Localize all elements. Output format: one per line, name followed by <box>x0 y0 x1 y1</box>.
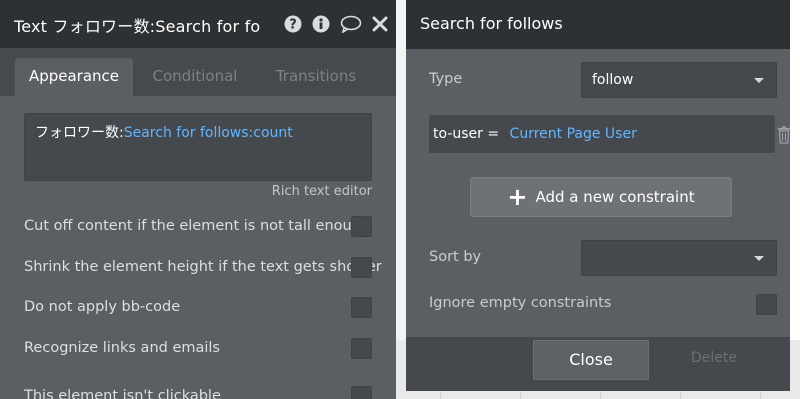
text-content-editor[interactable]: フォロワー数:Search for follows:count <box>24 113 372 181</box>
tab-conditional[interactable]: Conditional <box>145 58 245 96</box>
property-editor-panel: Text フォロワー数:Search for fo ? Appearance C… <box>0 0 396 399</box>
option-label: Cut off content if the element is not ta… <box>24 218 371 234</box>
delete-button[interactable]: Delete <box>691 350 737 366</box>
option-checkbox[interactable] <box>351 338 372 359</box>
type-label: Type <box>429 71 463 87</box>
add-constraint-label: Add a new constraint <box>535 188 695 206</box>
comment-icon[interactable] <box>340 15 362 33</box>
option-checkbox[interactable] <box>351 257 372 278</box>
sort-by-label: Sort by <box>429 249 482 265</box>
dynamic-expression[interactable]: Search for follows:count <box>124 125 293 141</box>
ignore-empty-checkbox[interactable] <box>756 294 777 315</box>
search-editor-header[interactable]: Search for follows <box>406 0 790 49</box>
constraint-row[interactable]: to-user = Current Page User <box>429 115 775 153</box>
search-editor-title: Search for follows <box>420 14 563 33</box>
option-checkbox[interactable] <box>351 297 372 318</box>
option-label: This element isn't clickable <box>24 388 221 399</box>
option-label: Recognize links and emails <box>24 340 220 356</box>
trash-icon[interactable] <box>777 126 791 144</box>
chevron-down-icon <box>754 256 764 261</box>
info-icon[interactable] <box>312 15 330 33</box>
chevron-down-icon <box>754 78 764 83</box>
option-row: Cut off content if the element is not ta… <box>24 216 372 238</box>
static-text: フォロワー数: <box>35 125 124 141</box>
rich-text-editor-link[interactable]: Rich text editor <box>272 184 372 199</box>
ignore-empty-label: Ignore empty constraints <box>429 295 612 311</box>
tab-transitions[interactable]: Transitions <box>267 58 365 96</box>
type-value: follow <box>592 72 634 88</box>
option-label: Shrink the element height if the text ge… <box>24 259 382 275</box>
constraint-value[interactable]: Current Page User <box>510 126 637 142</box>
svg-text:?: ? <box>289 18 297 33</box>
option-checkbox[interactable] <box>351 386 372 399</box>
option-row: Recognize links and emails <box>24 338 372 360</box>
constraint-field[interactable]: to-user <box>433 126 483 142</box>
option-row: This element isn't clickable <box>24 386 372 399</box>
help-icon[interactable]: ? <box>284 15 302 33</box>
constraint-operator[interactable]: = <box>487 126 499 142</box>
close-button[interactable]: Close <box>533 340 649 380</box>
search-editor-panel: Search for follows Type follow to-user =… <box>406 0 790 391</box>
element-title: Text フォロワー数:Search for fo <box>14 17 261 36</box>
add-constraint-button[interactable]: + Add a new constraint <box>470 177 732 217</box>
type-dropdown[interactable]: follow <box>581 62 777 98</box>
tab-appearance[interactable]: Appearance <box>15 58 133 96</box>
plus-icon: + <box>507 183 528 211</box>
option-checkbox[interactable] <box>351 216 372 237</box>
close-icon[interactable] <box>372 15 388 33</box>
property-editor-header[interactable]: Text フォロワー数:Search for fo ? <box>0 0 396 48</box>
option-row: Do not apply bb-code <box>24 297 372 319</box>
option-label: Do not apply bb-code <box>24 299 181 315</box>
option-row: Shrink the element height if the text ge… <box>24 257 382 279</box>
sort-by-dropdown[interactable] <box>581 240 777 276</box>
